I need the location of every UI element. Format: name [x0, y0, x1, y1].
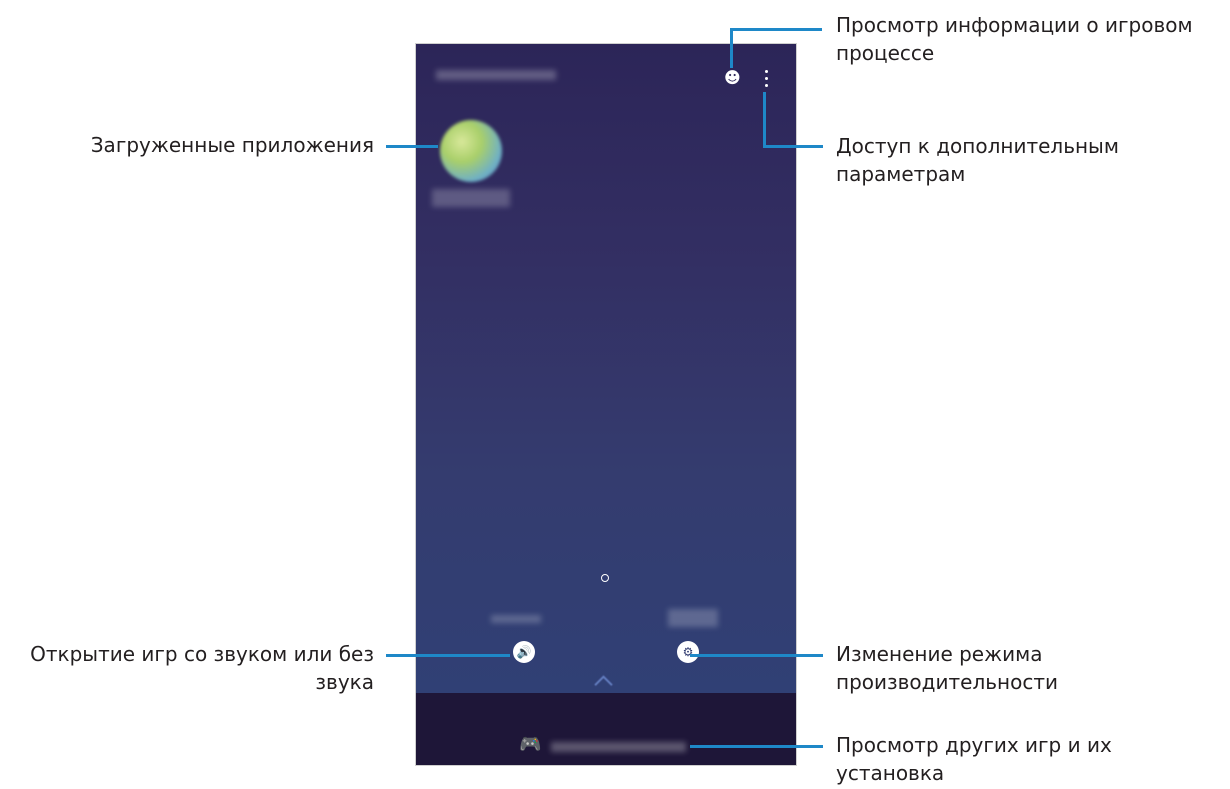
person-icon[interactable]: ☻ [724, 70, 741, 86]
performance-icon[interactable]: ⚙ [677, 641, 699, 663]
callout-downloaded-apps: Загруженные приложения [91, 131, 374, 159]
callout-line-game-info-vertical [730, 28, 733, 68]
callout-line-discover [690, 745, 823, 748]
bottom-bar [416, 693, 796, 765]
callout-line-performance [690, 654, 823, 657]
callout-line-downloaded-apps [386, 145, 438, 148]
downloaded-app-icon[interactable] [440, 120, 502, 182]
callout-performance-line1: Изменение режима [836, 642, 1043, 666]
callout-mute-line1: Открытие игр со звуком или без [30, 642, 374, 666]
app-label-blurred [432, 189, 510, 207]
callout-discover: Просмотр других игр и их установка [836, 731, 1112, 787]
sound-label-blurred [491, 615, 541, 623]
performance-label-blurred [668, 609, 718, 627]
callout-more-options-line1: Доступ к дополнительным [836, 134, 1119, 158]
callout-game-info: Просмотр информации о игровом процессе [836, 11, 1193, 67]
callout-discover-line2: установка [836, 761, 945, 785]
callout-line-game-info-horizontal [730, 28, 822, 31]
callout-game-info-line1: Просмотр информации о игровом [836, 13, 1193, 37]
more-options-icon[interactable] [762, 70, 770, 90]
page-indicator-icon [601, 574, 609, 582]
callout-discover-line1: Просмотр других игр и их [836, 733, 1112, 757]
speaker-icon[interactable]: 🔊 [513, 641, 535, 663]
gamepad-icon[interactable]: 🎮 [519, 734, 541, 755]
callout-line-options-vertical [763, 92, 766, 146]
game-launcher-screen: ☻ 🔊 ⚙ 🎮 [415, 43, 797, 766]
callout-more-options-line2: параметрам [836, 162, 966, 186]
chevron-up-icon[interactable] [594, 675, 613, 694]
screen-title-blurred [436, 70, 556, 80]
callout-performance: Изменение режима производительности [836, 640, 1058, 696]
callout-line-mute [386, 654, 510, 657]
callout-mute: Открытие игр со звуком или без звука [30, 640, 374, 696]
discover-label-blurred[interactable] [551, 742, 686, 752]
callout-performance-line2: производительности [836, 670, 1058, 694]
callout-mute-line2: звука [315, 670, 374, 694]
callout-more-options: Доступ к дополнительным параметрам [836, 132, 1119, 188]
callout-downloaded-apps-line1: Загруженные приложения [90, 133, 374, 157]
callout-game-info-line2: процессе [836, 41, 935, 65]
callout-line-options-horizontal [763, 145, 823, 148]
